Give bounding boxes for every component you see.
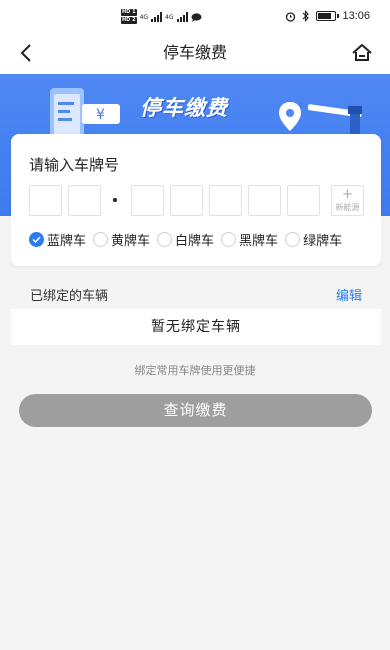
- new-energy-label: 新能源: [335, 203, 360, 212]
- signal-icon: [151, 12, 163, 22]
- home-button[interactable]: [348, 39, 376, 67]
- plate-char-6[interactable]: [248, 185, 281, 216]
- color-option-green[interactable]: 绿牌车: [285, 230, 342, 249]
- sim2-label: HD 2: [121, 17, 137, 24]
- status-time: 13:06: [342, 10, 370, 22]
- edit-button[interactable]: 编辑: [336, 285, 362, 304]
- plus-icon: +: [342, 187, 353, 202]
- sim1-label: HD 1: [121, 9, 137, 16]
- banner-title: 停车缴费: [140, 96, 228, 120]
- plate-char-4[interactable]: [170, 185, 203, 216]
- color-option-blue[interactable]: 蓝牌车: [29, 230, 86, 249]
- radio-icon: [221, 232, 237, 247]
- color-label-white: 白牌车: [175, 234, 215, 249]
- sim-labels: HD 1 HD 2: [121, 9, 137, 25]
- back-button[interactable]: [12, 39, 40, 67]
- bound-vehicles-empty: 暂无绑定车辆: [11, 309, 381, 345]
- plate-separator-dot: [113, 198, 117, 202]
- plate-input-card: 请输入车牌号 + 新能源 蓝牌车 黄牌车 白牌车 黑牌车 绿牌车: [11, 134, 381, 266]
- alarm-icon: [286, 11, 296, 22]
- bluetooth-icon: [303, 10, 310, 22]
- color-option-black[interactable]: 黑牌车: [221, 230, 278, 249]
- page-title: 停车缴费: [162, 43, 227, 62]
- plate-color-options: 蓝牌车 黄牌车 白牌车 黑牌车 绿牌车: [29, 230, 349, 249]
- radio-checked-icon: [29, 232, 44, 247]
- plate-input-title: 请输入车牌号: [29, 156, 120, 174]
- status-bar: HD 1 HD 2 4G 4G 13:06: [0, 0, 390, 32]
- plate-char-5[interactable]: [209, 185, 242, 216]
- network-type-2: 4G: [165, 13, 174, 21]
- home-icon: [352, 44, 372, 61]
- radio-icon: [157, 232, 173, 247]
- radio-icon: [285, 232, 301, 247]
- bound-vehicles-label: 已绑定的车辆: [30, 289, 109, 304]
- battery-icon: [316, 11, 340, 21]
- color-option-yellow[interactable]: 黄牌车: [93, 230, 150, 249]
- new-energy-plate-button[interactable]: + 新能源: [331, 185, 364, 216]
- signal-icon-2: [176, 12, 188, 22]
- color-label-yellow: 黄牌车: [111, 234, 151, 249]
- network-type-1: 4G: [139, 13, 149, 21]
- status-right: 13:06: [285, 10, 370, 22]
- query-payment-button[interactable]: 查询缴费: [19, 394, 372, 427]
- back-arrow-icon: [20, 44, 31, 62]
- color-label-blue: 蓝牌车: [47, 234, 87, 249]
- color-option-white[interactable]: 白牌车: [157, 230, 214, 249]
- message-icon: [191, 12, 201, 22]
- nav-bar: 停车缴费: [0, 32, 390, 74]
- plate-char-3[interactable]: [131, 185, 164, 216]
- status-left: HD 1 HD 2 4G 4G: [121, 9, 202, 25]
- plate-char-1[interactable]: [29, 185, 62, 216]
- color-label-green: 绿牌车: [303, 234, 343, 249]
- radio-icon: [93, 232, 109, 247]
- currency-symbol: ¥: [96, 107, 105, 123]
- plate-char-2[interactable]: [68, 185, 101, 216]
- plate-char-7[interactable]: [287, 185, 320, 216]
- color-label-black: 黑牌车: [239, 234, 279, 249]
- bind-hint: 绑定常用车牌使用更便捷: [134, 364, 256, 377]
